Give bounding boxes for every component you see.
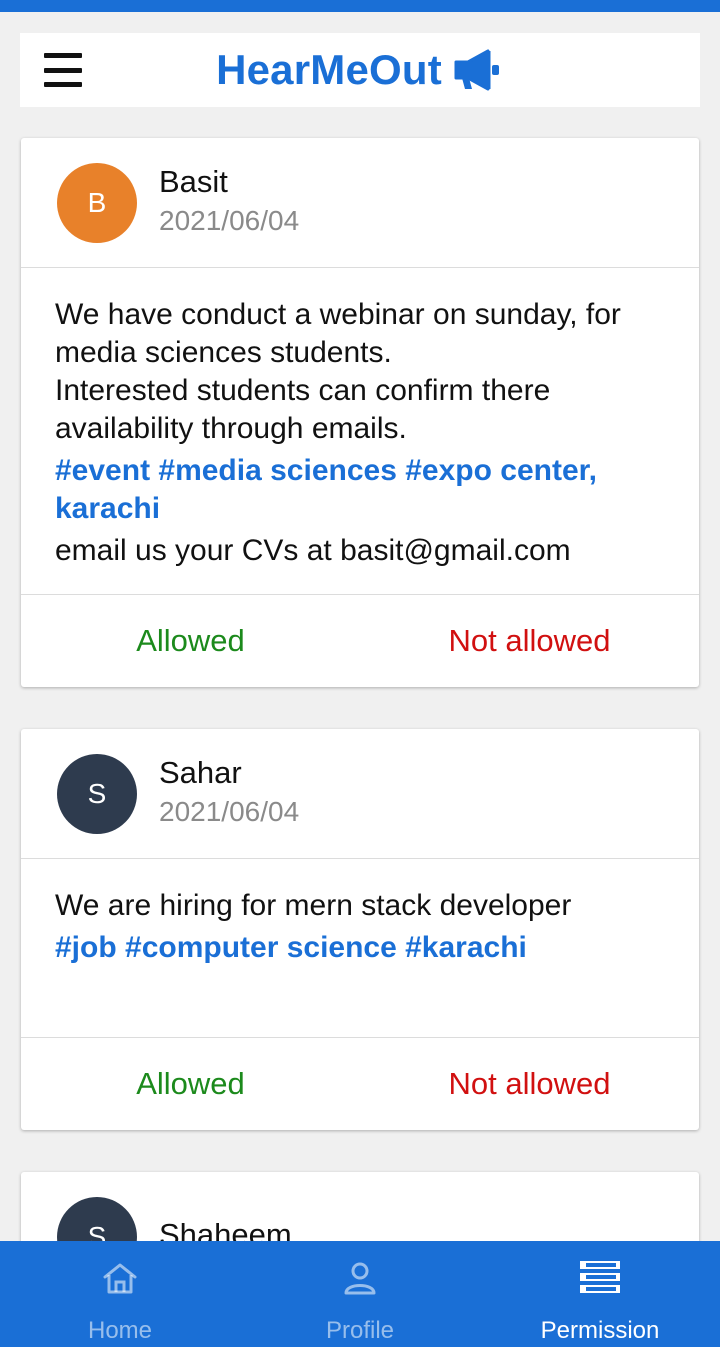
post-header: B Basit 2021/06/04 <box>21 138 699 268</box>
post-date: 2021/06/04 <box>159 204 300 236</box>
post-body: We are hiring for mern stack developer #… <box>21 859 699 1038</box>
post-feed: B Basit 2021/06/04 We have conduct a web… <box>21 138 699 1294</box>
avatar: S <box>57 753 137 834</box>
post-text-line: We are hiring for mern stack developer <box>55 889 572 922</box>
home-icon <box>103 1263 137 1294</box>
nav-item-home[interactable]: Home <box>0 1241 240 1347</box>
post-author: Basit <box>159 163 228 199</box>
not-allowed-button[interactable]: Not allowed <box>360 623 699 659</box>
app-header: HearMeOut <box>20 33 700 107</box>
allowed-button[interactable]: Allowed <box>21 623 360 659</box>
permission-icon <box>580 1261 620 1293</box>
post-card: S Shaheem <box>21 1172 699 1252</box>
bottom-navigation: Home Profile Permission <box>0 1241 720 1347</box>
profile-icon <box>344 1262 376 1295</box>
post-card: S Sahar 2021/06/04 We are hiring for mer… <box>21 729 699 1130</box>
nav-label: Home <box>87 1317 153 1344</box>
avatar: B <box>57 162 137 243</box>
post-actions: Allowed Not allowed <box>21 1038 699 1130</box>
post-actions: Allowed Not allowed <box>21 595 699 687</box>
hamburger-menu-icon[interactable] <box>44 53 82 87</box>
post-contact-line: email us your CVs at basit@gmail.com <box>55 534 571 567</box>
post-text-line: availability through emails. <box>55 412 407 445</box>
app-title: HearMeOut <box>216 46 442 93</box>
allowed-button[interactable]: Allowed <box>21 1066 360 1102</box>
status-bar <box>0 0 720 12</box>
post-author: Sahar <box>159 754 242 790</box>
nav-label: Permission <box>540 1317 660 1344</box>
post-date: 2021/06/04 <box>159 795 300 827</box>
post-tags[interactable]: #event #media sciences #expo center, kar… <box>55 452 665 528</box>
post-text-line: We have conduct a webinar on sunday, for <box>55 298 621 331</box>
nav-label: Profile <box>325 1317 395 1344</box>
post-text-line: media sciences students. <box>55 336 392 369</box>
post-header: S Sahar 2021/06/04 <box>21 729 699 859</box>
post-tags[interactable]: #job #computer science #karachi <box>55 929 665 967</box>
post-header: S Shaheem <box>21 1172 699 1252</box>
post-text-line: Interested students can confirm there <box>55 374 551 407</box>
brand: HearMeOut <box>216 46 504 94</box>
post-body: We have conduct a webinar on sunday, for… <box>21 268 699 595</box>
nav-item-profile[interactable]: Profile <box>240 1241 480 1347</box>
post-card: B Basit 2021/06/04 We have conduct a web… <box>21 138 699 687</box>
not-allowed-button[interactable]: Not allowed <box>360 1066 699 1102</box>
nav-item-permission[interactable]: Permission <box>480 1241 720 1347</box>
megaphone-icon <box>454 49 499 91</box>
